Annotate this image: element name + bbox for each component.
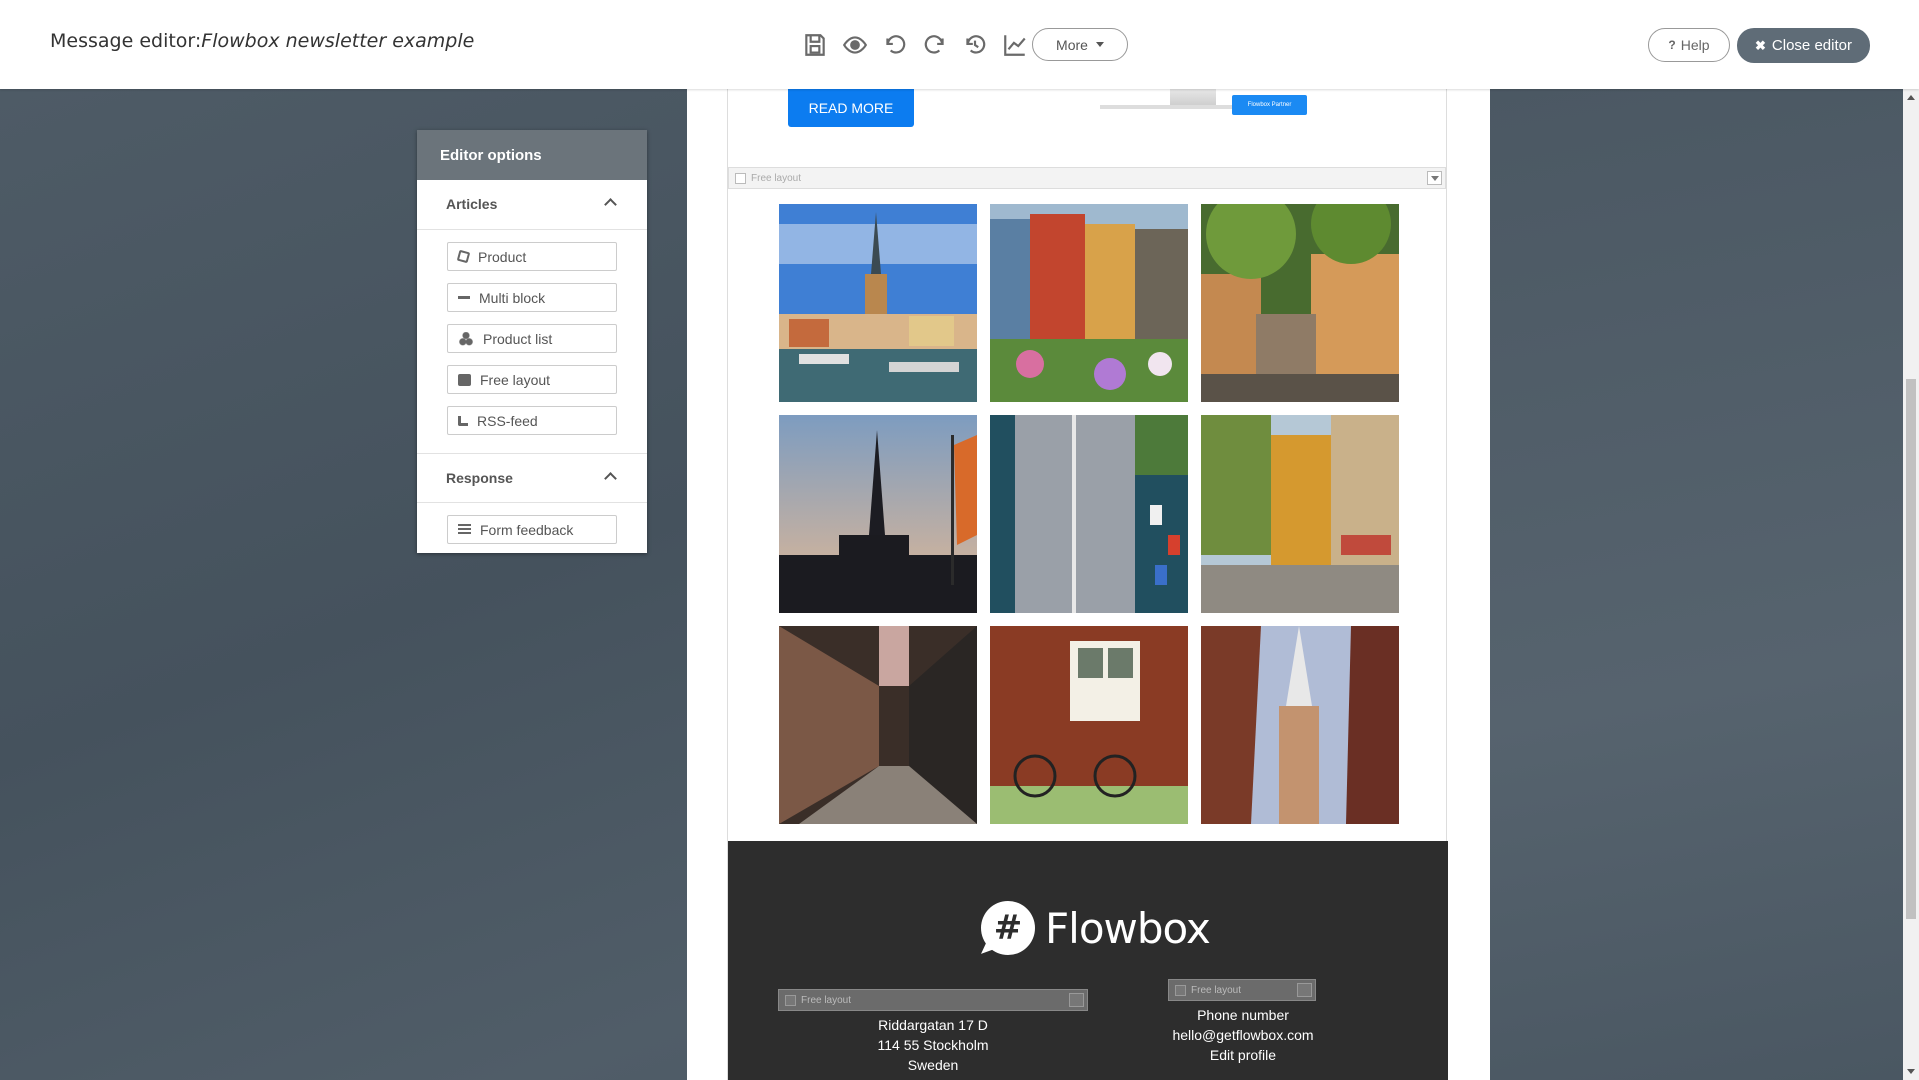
caret-down-icon <box>1095 42 1104 47</box>
contact-block: Phone number hello@getflowbox.com Edit p… <box>1138 1005 1348 1065</box>
redo-icon[interactable] <box>915 28 955 62</box>
top-bar: Message editor:Flowbox newsletter exampl… <box>0 0 1919 89</box>
chevron-up-icon <box>604 472 617 485</box>
address-line: Riddargatan 17 D <box>878 1017 988 1033</box>
response-list: Form feedback <box>417 503 647 562</box>
history-icon[interactable] <box>955 28 995 62</box>
device-stand <box>1170 89 1216 105</box>
list-icon <box>458 523 471 536</box>
free-layout-dropdown[interactable] <box>1427 171 1442 185</box>
free-layout-label: Free layout <box>801 994 852 1006</box>
item-label: Multi block <box>479 289 546 306</box>
close-icon: ✖ <box>1755 37 1766 53</box>
more-dropdown-button[interactable]: More <box>1032 28 1128 61</box>
editor-background-right <box>1490 89 1903 1080</box>
article-item-multi-block[interactable]: Multi block <box>447 283 617 312</box>
title-prefix: Message editor: <box>50 30 202 52</box>
phone-number-text: Phone number <box>1197 1007 1289 1023</box>
chevron-up-icon <box>604 198 617 211</box>
scrollbar-thumb[interactable] <box>1906 379 1916 919</box>
scroll-down-arrow-icon[interactable] <box>1907 1069 1915 1074</box>
article-item-product-list[interactable]: Product list <box>447 324 617 353</box>
articles-list: Product Multi block Product list Free la… <box>417 230 647 453</box>
item-label: RSS-feed <box>477 412 538 429</box>
edit-profile-link[interactable]: Edit profile <box>1138 1045 1348 1065</box>
article-item-product[interactable]: Product <box>447 242 617 271</box>
close-editor-button[interactable]: ✖ Close editor <box>1737 28 1870 63</box>
articles-heading: Articles <box>446 196 498 212</box>
email-body: READ MORE Flowbox Partner Free layout # … <box>727 89 1448 1080</box>
page-scrollbar[interactable] <box>1903 89 1919 1080</box>
undo-icon[interactable] <box>875 28 915 62</box>
item-label: Product list <box>483 330 553 347</box>
free-layout-label: Free layout <box>751 172 802 184</box>
address-block: Riddargatan 17 D 114 55 Stockholm Sweden <box>838 1015 1028 1075</box>
dash-icon <box>458 296 470 299</box>
rss-icon <box>458 415 468 426</box>
item-label: Free layout <box>480 371 551 388</box>
help-button[interactable]: ? Help <box>1648 28 1730 62</box>
scroll-up-arrow-icon[interactable] <box>1907 95 1915 100</box>
more-label: More <box>1056 36 1088 53</box>
photo-spire-sunset[interactable] <box>779 415 977 613</box>
close-label: Close editor <box>1771 37 1852 54</box>
free-layout-checkbox[interactable] <box>785 994 796 1006</box>
page-title: Message editor:Flowbox newsletter exampl… <box>50 30 474 52</box>
help-label: Help <box>1680 37 1710 53</box>
email-link[interactable]: hello@getflowbox.com <box>1138 1025 1348 1045</box>
photo-grid <box>779 204 1399 824</box>
photo-narrow-street[interactable] <box>779 626 977 824</box>
square-icon <box>458 373 471 386</box>
photo-church-tower[interactable] <box>1201 626 1399 824</box>
response-section-header[interactable]: Response <box>417 453 647 503</box>
email-footer: # Flowbox Free layout Riddargatan 17 D 1… <box>728 841 1448 1080</box>
response-heading: Response <box>446 470 513 486</box>
photo-red-wall-bicycle[interactable] <box>990 626 1188 824</box>
article-item-rss-feed[interactable]: RSS-feed <box>447 406 617 435</box>
panel-title: Editor options <box>417 130 647 180</box>
free-layout-dropdown[interactable] <box>1069 993 1084 1007</box>
read-more-button[interactable]: READ MORE <box>788 89 914 127</box>
cube-icon <box>456 249 471 264</box>
toolbar <box>795 28 1035 62</box>
preview-eye-icon[interactable] <box>835 28 875 62</box>
photo-green-alley[interactable] <box>1201 204 1399 402</box>
photo-yellow-buildings[interactable] <box>1201 415 1399 613</box>
stats-chart-icon[interactable] <box>995 28 1035 62</box>
free-layout-dropdown[interactable] <box>1297 983 1312 997</box>
article-item-free-layout[interactable]: Free layout <box>447 365 617 394</box>
response-item-form-feedback[interactable]: Form feedback <box>447 515 617 544</box>
email-canvas: READ MORE Flowbox Partner Free layout # … <box>687 89 1490 1080</box>
footer-free-layout-toolbar-right[interactable]: Free layout <box>1168 979 1316 1001</box>
partner-device-image: Flowbox Partner <box>1100 89 1310 117</box>
document-name: Flowbox newsletter example <box>201 30 475 52</box>
photo-gamla-stan-square[interactable] <box>990 204 1188 402</box>
editor-options-panel: Editor options Articles Product Multi bl… <box>417 130 647 553</box>
partner-badge: Flowbox Partner <box>1232 95 1307 115</box>
hashtag-logo-icon: # <box>981 901 1035 955</box>
free-layout-label: Free layout <box>1191 984 1242 996</box>
item-label: Product <box>478 248 527 265</box>
flowbox-logo: # Flowbox <box>981 901 1211 955</box>
address-line: Sweden <box>907 1057 959 1073</box>
address-line: 114 55 Stockholm <box>877 1037 989 1053</box>
footer-free-layout-toolbar-left[interactable]: Free layout <box>778 989 1088 1011</box>
save-icon[interactable] <box>795 28 835 62</box>
articles-section-header[interactable]: Articles <box>417 180 647 230</box>
free-layout-checkbox[interactable] <box>735 172 746 184</box>
cubes-icon <box>458 331 474 346</box>
question-icon: ? <box>1668 38 1676 52</box>
free-layout-toolbar[interactable]: Free layout <box>728 167 1446 189</box>
logo-text: Flowbox <box>1045 903 1211 953</box>
item-label: Form feedback <box>480 521 574 538</box>
free-layout-checkbox[interactable] <box>1175 984 1186 996</box>
photo-aerial-bridge[interactable] <box>990 415 1188 613</box>
photo-stockholm-harbor[interactable] <box>779 204 977 402</box>
